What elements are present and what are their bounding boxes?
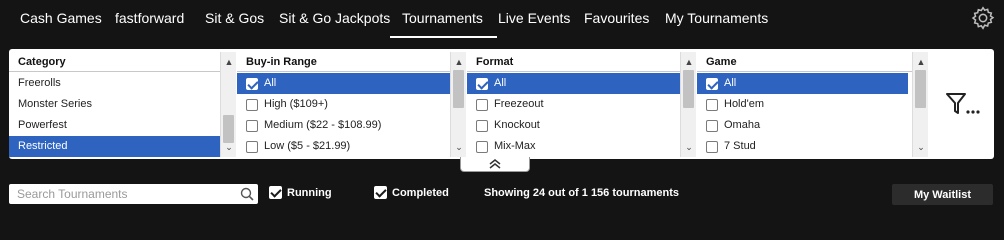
- scroll-up-icon[interactable]: ▲: [451, 54, 467, 70]
- list-item-label: Hold'em: [724, 98, 765, 110]
- chevron-up-double-icon: [489, 159, 501, 169]
- checkbox-icon[interactable]: [246, 98, 258, 111]
- scroll-down-icon[interactable]: ⌄: [451, 139, 467, 155]
- scroll-down-icon[interactable]: ⌄: [913, 139, 929, 155]
- game-item-all[interactable]: All: [697, 73, 908, 94]
- category-item-restricted[interactable]: Restricted: [9, 136, 220, 157]
- buyin-scrollbar[interactable]: ▲ ⌄: [450, 52, 466, 157]
- checkbox-icon[interactable]: [706, 98, 718, 111]
- format-scrollbar[interactable]: ▲ ⌄: [680, 52, 696, 157]
- filter-more-icon[interactable]: [946, 91, 980, 117]
- list-item-label: Freerolls: [18, 77, 61, 89]
- game-item-7-stud[interactable]: 7 Stud: [697, 136, 908, 157]
- list-item-label: Low ($5 - $21.99): [264, 140, 351, 152]
- checkbox-icon[interactable]: [476, 119, 488, 132]
- tab-cash-games[interactable]: Cash Games: [20, 0, 102, 36]
- list-item-label: 7 Stud: [724, 140, 756, 152]
- tab-sit-and-gos[interactable]: Sit & Gos: [205, 0, 264, 36]
- my-waitlist-button[interactable]: My Waitlist: [892, 184, 993, 205]
- list-item-label: Monster Series: [18, 98, 92, 110]
- list-item-label: Omaha: [724, 119, 761, 131]
- running-checkbox[interactable]: [269, 186, 282, 199]
- checkbox-icon[interactable]: [706, 119, 718, 132]
- list-item-label: High ($109+): [264, 98, 328, 110]
- checkbox-icon[interactable]: [476, 98, 488, 111]
- gear-icon[interactable]: [970, 5, 996, 31]
- search-icon[interactable]: [240, 187, 254, 201]
- list-item-label: Freezeout: [494, 98, 544, 110]
- search-input[interactable]: [9, 184, 258, 204]
- buyin-item-low[interactable]: Low ($5 - $21.99): [237, 136, 450, 157]
- format-scroll-thumb[interactable]: [683, 70, 694, 108]
- category-column: Category Freerolls Monster Series Powerf…: [9, 52, 236, 157]
- category-item-freerolls[interactable]: Freerolls: [9, 73, 220, 94]
- checkbox-icon[interactable]: [246, 140, 258, 153]
- scroll-up-icon[interactable]: ▲: [681, 54, 697, 70]
- checkbox-icon[interactable]: [246, 119, 258, 132]
- checkbox-icon[interactable]: [246, 77, 258, 90]
- format-item-mix-max[interactable]: Mix-Max: [467, 136, 680, 157]
- format-column: Format All Freezeout Knockout Mix-Max ▲ …: [467, 52, 696, 157]
- checkbox-icon[interactable]: [476, 140, 488, 153]
- format-header: Format: [467, 52, 696, 72]
- completed-checkbox[interactable]: [374, 186, 387, 199]
- game-column: Game All Hold'em Omaha 7 Stud ▲ ⌄: [697, 52, 928, 157]
- completed-label: Completed: [392, 187, 449, 199]
- tab-live-events[interactable]: Live Events: [498, 0, 570, 36]
- game-scroll-thumb[interactable]: [915, 70, 926, 108]
- list-item-label: Medium ($22 - $108.99): [264, 119, 382, 131]
- category-header: Category: [9, 52, 236, 72]
- tab-favourites[interactable]: Favourites: [584, 0, 649, 36]
- list-item-label: Knockout: [494, 119, 540, 131]
- tournament-count-status: Showing 24 out of 1 156 tournaments: [484, 187, 679, 199]
- buyin-scroll-thumb[interactable]: [453, 70, 464, 108]
- buyin-item-high[interactable]: High ($109+): [237, 94, 450, 115]
- game-item-holdem[interactable]: Hold'em: [697, 94, 908, 115]
- checkbox-icon[interactable]: [476, 77, 488, 90]
- collapse-filters-button[interactable]: [460, 157, 530, 172]
- list-item-label: Mix-Max: [494, 140, 536, 152]
- buyin-item-all[interactable]: All: [237, 73, 450, 94]
- list-item-label: All: [494, 77, 507, 89]
- category-scrollbar[interactable]: ▲ ⌄: [220, 52, 236, 157]
- tab-fastforward[interactable]: fastforward: [115, 0, 184, 36]
- list-item-label: Powerfest: [18, 119, 67, 131]
- buyin-item-medium[interactable]: Medium ($22 - $108.99): [237, 115, 450, 136]
- category-item-monster-series[interactable]: Monster Series: [9, 94, 220, 115]
- format-item-freezeout[interactable]: Freezeout: [467, 94, 680, 115]
- scroll-up-icon[interactable]: ▲: [221, 54, 237, 70]
- tab-tournaments[interactable]: Tournaments: [390, 0, 497, 38]
- list-item-label: Restricted: [18, 140, 68, 152]
- game-header: Game: [697, 52, 924, 72]
- filter-panel: Category Freerolls Monster Series Powerf…: [9, 49, 994, 159]
- top-navigation: Cash Games fastforward Sit & Gos Sit & G…: [0, 0, 1004, 38]
- scroll-down-icon[interactable]: ⌄: [221, 139, 237, 155]
- scroll-up-icon[interactable]: ▲: [913, 54, 929, 70]
- checkbox-icon[interactable]: [706, 140, 718, 153]
- game-item-omaha[interactable]: Omaha: [697, 115, 908, 136]
- format-item-all[interactable]: All: [467, 73, 680, 94]
- game-scrollbar[interactable]: ▲ ⌄: [912, 52, 928, 157]
- list-item-label: All: [724, 77, 737, 89]
- checkbox-icon[interactable]: [706, 77, 718, 90]
- buyin-header: Buy-in Range: [237, 52, 466, 72]
- tab-my-tournaments[interactable]: My Tournaments: [665, 0, 768, 36]
- running-label: Running: [287, 187, 332, 199]
- buyin-column: Buy-in Range All High ($109+) Medium ($2…: [237, 52, 466, 157]
- category-item-powerfest[interactable]: Powerfest: [9, 115, 220, 136]
- scroll-down-icon[interactable]: ⌄: [681, 139, 697, 155]
- format-item-knockout[interactable]: Knockout: [467, 115, 680, 136]
- list-item-label: All: [264, 77, 277, 89]
- tab-sit-and-go-jackpots[interactable]: Sit & Go Jackpots: [279, 0, 390, 36]
